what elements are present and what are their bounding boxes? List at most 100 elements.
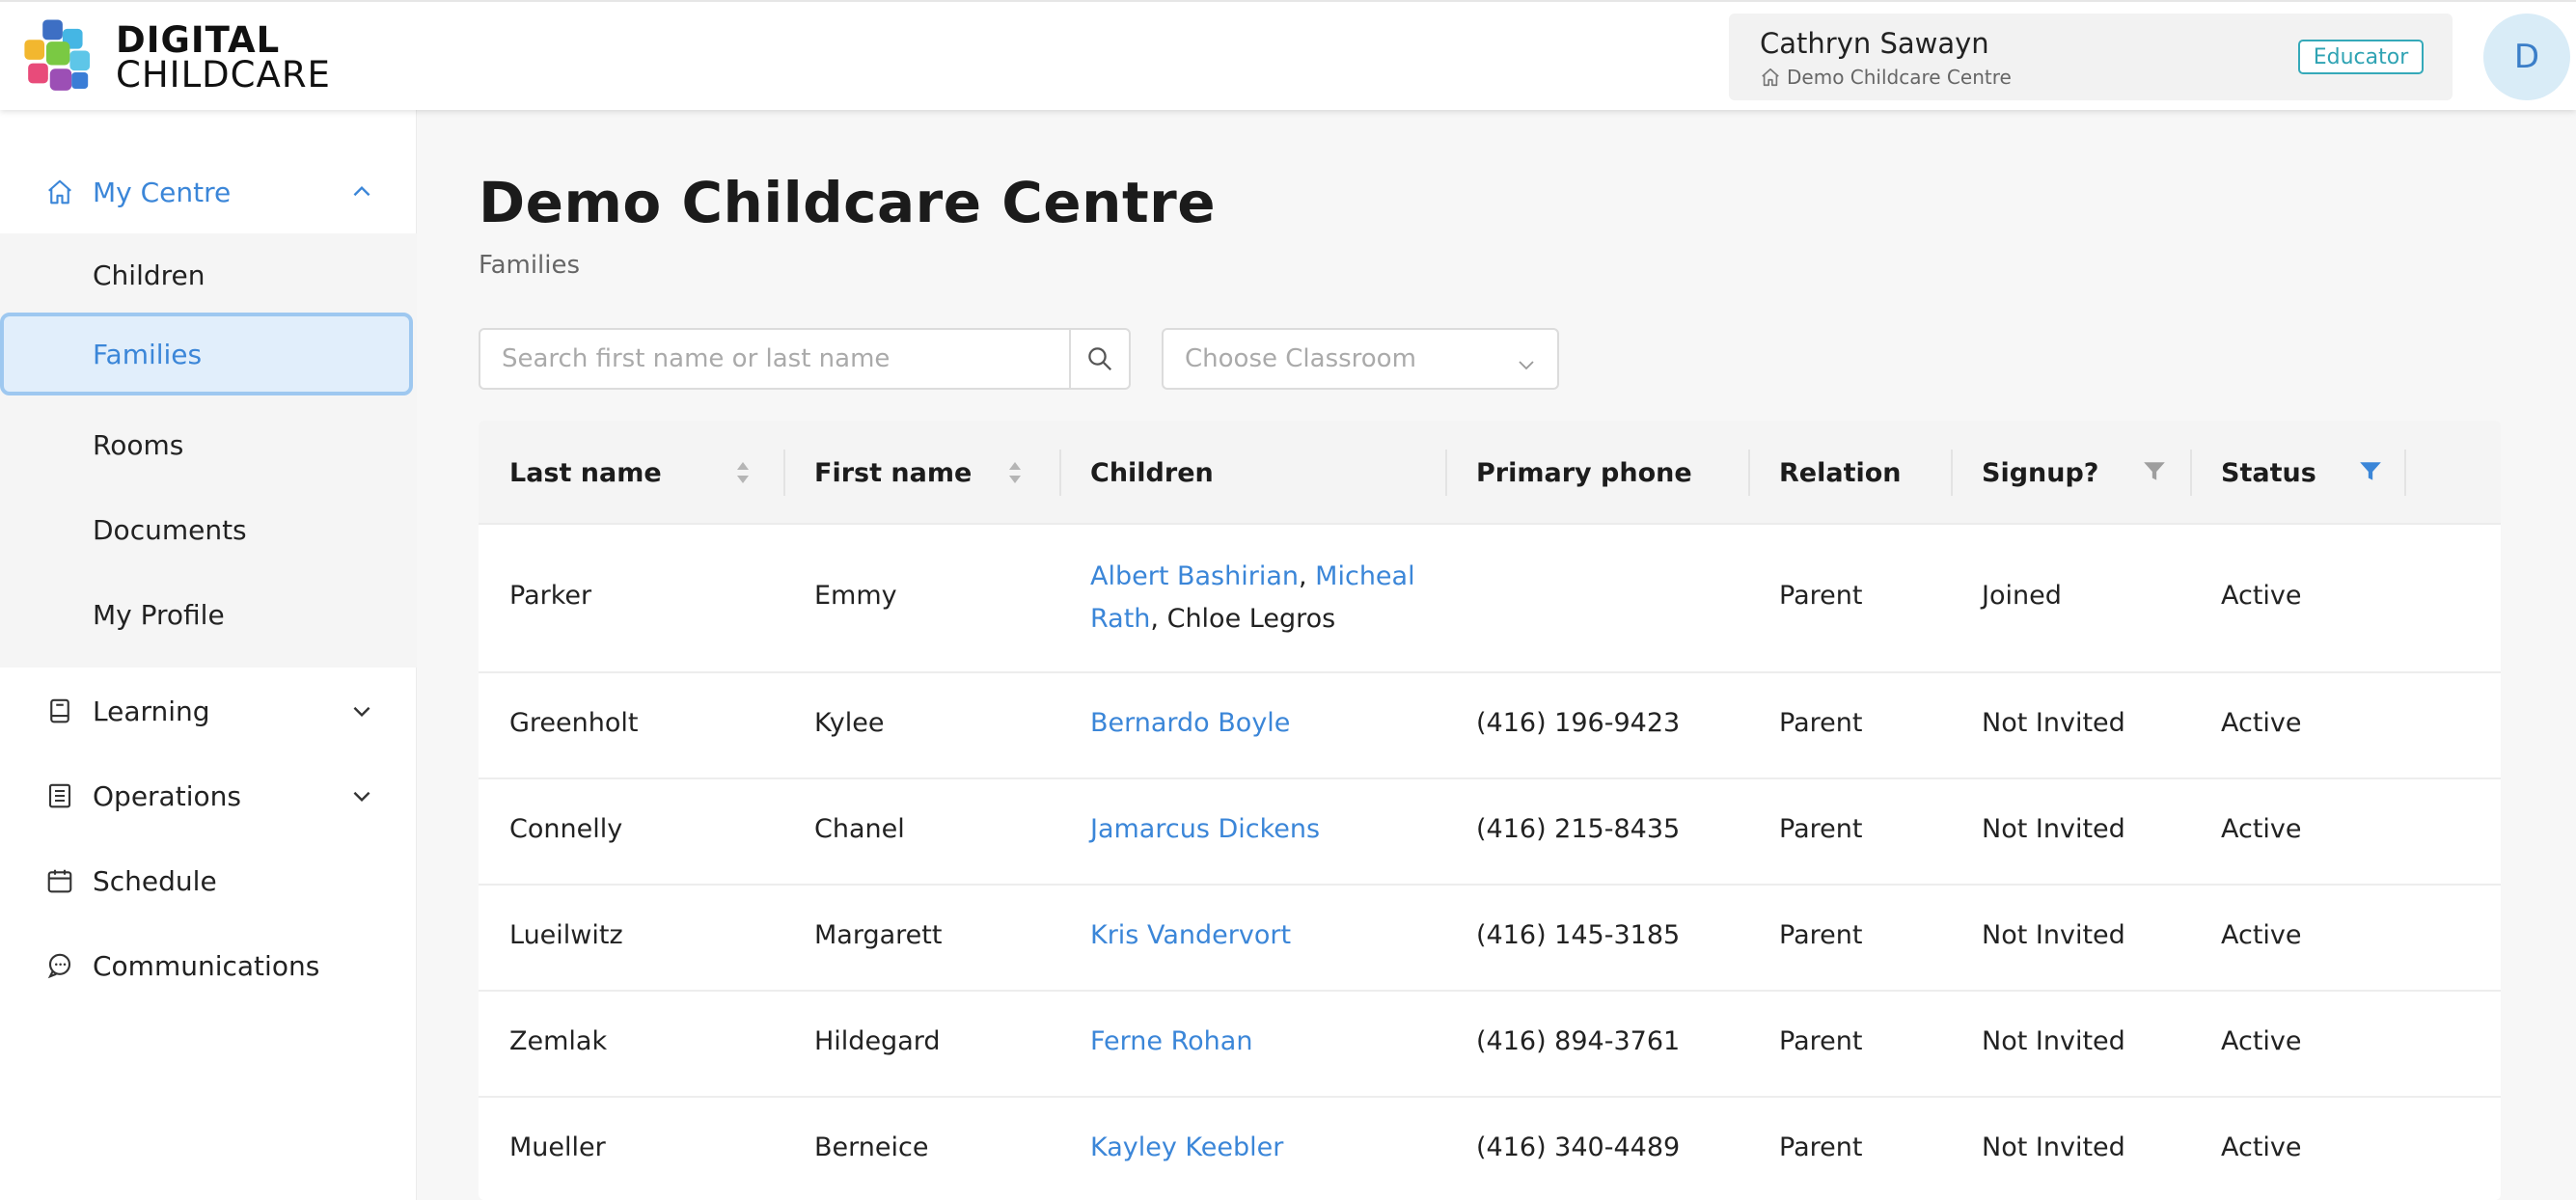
cell-relation: Parent (1779, 814, 1863, 844)
cell-last-name: Mueller (509, 1132, 606, 1162)
child-link[interactable]: Kayley Keebler (1090, 1132, 1283, 1162)
table-row[interactable]: Mueller Berneice Kayley Keebler (416) 34… (479, 1098, 2501, 1200)
table-row[interactable]: Zemlak Hildegard Ferne Rohan (416) 894-3… (479, 992, 2501, 1098)
table-row[interactable]: Greenholt Kylee Bernardo Boyle (416) 196… (479, 673, 2501, 779)
chevron-down-icon (353, 706, 370, 718)
search-button[interactable] (1069, 330, 1129, 388)
sidebar: My Centre Children Families Rooms Docume… (0, 110, 417, 1200)
role-badge: Educator (2298, 40, 2424, 74)
cell-last-name: Lueilwitz (509, 920, 623, 950)
chevron-down-icon (1519, 361, 1534, 370)
main-content: Demo Childcare Centre Families Choose Cl… (417, 110, 2576, 1200)
sort-icon[interactable] (733, 459, 753, 486)
families-table: Last name First name Children Primary ph… (479, 421, 2501, 1200)
classroom-select[interactable]: Choose Classroom (1162, 328, 1559, 390)
header-primary-phone: Primary phone (1476, 457, 1692, 488)
chevron-up-icon (353, 185, 370, 197)
chevron-down-icon (353, 791, 370, 803)
cell-signup: Not Invited (1982, 814, 2125, 844)
cell-relation: Parent (1779, 1026, 1863, 1056)
puzzle-logo-icon (24, 19, 91, 91)
user-centre: Demo Childcare Centre (1760, 66, 2012, 89)
header-first-name[interactable]: First name (783, 421, 972, 525)
cell-last-name: Zemlak (509, 1026, 608, 1056)
table-header: Last name First name Children Primary ph… (479, 421, 2501, 525)
sidebar-item-label: Schedule (93, 864, 217, 897)
cell-first-name: Kylee (814, 708, 885, 738)
sidebar-item-documents[interactable]: Documents (0, 488, 417, 571)
sidebar-item-communications[interactable]: Communications (0, 924, 417, 1007)
user-centre-label: Demo Childcare Centre (1787, 66, 2012, 89)
child-link[interactable]: Bernardo Boyle (1090, 708, 1290, 738)
child-link[interactable]: Kris Vandervort (1090, 920, 1291, 950)
avatar[interactable]: D (2483, 14, 2570, 100)
cell-first-name: Margarett (814, 920, 943, 950)
table-row[interactable]: Lueilwitz Margarett Kris Vandervort (416… (479, 886, 2501, 992)
cell-first-name: Berneice (814, 1132, 929, 1162)
cell-children: Albert Bashirian, Micheal Rath, Chloe Le… (1090, 561, 1415, 634)
header-signup: Signup? (1982, 457, 2099, 488)
cell-status: Active (2221, 920, 2302, 950)
sidebar-item-my-profile[interactable]: My Profile (0, 573, 417, 656)
user-name: Cathryn Sawayn (1760, 27, 1989, 60)
search-box (479, 328, 1131, 390)
sidebar-item-schedule[interactable]: Schedule (0, 839, 417, 922)
cell-status: Active (2221, 1026, 2302, 1056)
my-centre-submenu: Children Families Rooms Documents My Pro… (0, 233, 417, 668)
cell-phone: (416) 145-3185 (1476, 920, 1681, 950)
sidebar-item-label: Learning (93, 695, 210, 727)
child-link[interactable]: Jamarcus Dickens (1090, 814, 1320, 844)
cell-signup: Joined (1982, 581, 2062, 611)
child-name: Chloe Legros (1166, 604, 1336, 634)
cell-status: Active (2221, 708, 2302, 738)
sidebar-item-label: My Centre (93, 176, 232, 208)
sidebar-item-operations[interactable]: Operations (0, 754, 417, 837)
filter-icon[interactable] (2142, 459, 2167, 484)
user-card[interactable]: Cathryn Sawayn Demo Childcare Centre Edu… (1729, 14, 2453, 100)
header-last-name[interactable]: Last name (479, 421, 662, 525)
classroom-placeholder: Choose Classroom (1185, 344, 1416, 373)
cell-first-name: Hildegard (814, 1026, 941, 1056)
search-input[interactable] (480, 330, 1069, 388)
cell-phone: (416) 196-9423 (1476, 708, 1681, 738)
sidebar-item-label: Communications (93, 949, 320, 982)
sidebar-item-families[interactable]: Families (0, 313, 413, 395)
sidebar-item-label: Operations (93, 779, 241, 812)
search-icon (1088, 347, 1112, 371)
cell-relation: Parent (1779, 920, 1863, 950)
cell-last-name: Parker (509, 581, 592, 611)
cell-last-name: Greenholt (509, 708, 639, 738)
header-children: Children (1090, 457, 1214, 488)
child-link[interactable]: Albert Bashirian (1090, 561, 1299, 591)
sidebar-item-rooms[interactable]: Rooms (0, 403, 417, 486)
sidebar-item-learning[interactable]: Learning (0, 669, 417, 752)
cell-phone: (416) 215-8435 (1476, 814, 1681, 844)
sort-icon[interactable] (1005, 459, 1025, 486)
sidebar-item-my-centre[interactable]: My Centre (0, 150, 417, 233)
page-subtitle: Families (479, 251, 581, 280)
brand-line-2: CHILDCARE (116, 53, 331, 95)
child-link[interactable]: Ferne Rohan (1090, 1026, 1252, 1056)
cell-signup: Not Invited (1982, 1132, 2125, 1162)
cell-first-name: Emmy (814, 581, 897, 611)
table-row[interactable]: Parker Emmy Albert Bashirian, Micheal Ra… (479, 525, 2501, 673)
header-relation: Relation (1779, 457, 1902, 488)
cell-relation: Parent (1779, 1132, 1863, 1162)
cell-relation: Parent (1779, 708, 1863, 738)
cell-status: Active (2221, 1132, 2302, 1162)
table-row[interactable]: Connelly Chanel Jamarcus Dickens (416) 2… (479, 779, 2501, 886)
book-icon (44, 695, 75, 726)
filter-active-icon[interactable] (2358, 459, 2383, 484)
cell-status: Active (2221, 581, 2302, 611)
page-title: Demo Childcare Centre (479, 170, 1217, 235)
header-status: Status (2221, 457, 2316, 488)
cell-status: Active (2221, 814, 2302, 844)
cell-signup: Not Invited (1982, 708, 2125, 738)
sidebar-item-children[interactable]: Children (0, 233, 417, 316)
cell-relation: Parent (1779, 581, 1863, 611)
brand-logo[interactable]: DIGITAL CHILDCARE (15, 12, 334, 103)
home-icon (1762, 68, 1779, 87)
chat-icon (44, 950, 75, 981)
home-icon (44, 177, 75, 207)
cell-phone: (416) 894-3761 (1476, 1026, 1681, 1056)
